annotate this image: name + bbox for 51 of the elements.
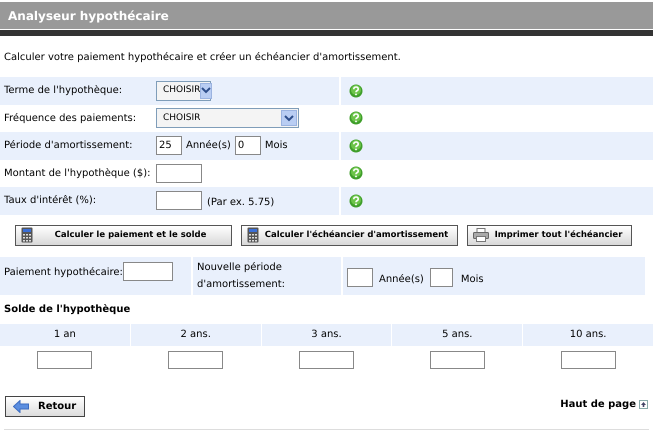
page-title: Analyseur hypothécaire bbox=[8, 8, 169, 24]
help-icon[interactable] bbox=[349, 166, 363, 180]
dropdown[interactable]: CHOISIR bbox=[156, 80, 211, 101]
chevron-icon bbox=[284, 114, 294, 122]
input-field[interactable] bbox=[156, 164, 202, 183]
printer-icon bbox=[473, 228, 489, 242]
dropdown[interactable]: CHOISIR bbox=[156, 108, 299, 128]
input-field[interactable]: 0 bbox=[234, 136, 261, 156]
help-icon[interactable] bbox=[349, 194, 363, 208]
action-button[interactable]: Imprimer tout l'échéancier bbox=[467, 224, 632, 246]
input-field[interactable] bbox=[347, 268, 373, 287]
unit-label: Année(s) bbox=[379, 273, 424, 287]
input-field[interactable] bbox=[560, 350, 616, 368]
input-field[interactable] bbox=[156, 191, 202, 210]
intro-text: Calculer votre paiement hypothécaire et créer un échéancier d'amortissement. bbox=[4, 51, 402, 65]
field-label: Fréquence des paiements: bbox=[3, 112, 138, 126]
column-header: 3 ans. bbox=[262, 324, 392, 346]
left-arrow-icon bbox=[13, 400, 29, 412]
column-header: 2 ans. bbox=[130, 324, 261, 346]
action-button[interactable]: Calculer le paiement et le solde bbox=[15, 224, 232, 246]
top-link[interactable]: Haut de page bbox=[560, 396, 648, 412]
field-label: Paiement hypothécaire: bbox=[4, 266, 123, 280]
input-field[interactable] bbox=[298, 350, 354, 368]
input-field[interactable]: 25 bbox=[156, 136, 182, 156]
action-button[interactable]: Calculer l'échéancier d'amortissement bbox=[241, 224, 458, 246]
chevron-icon bbox=[201, 87, 212, 94]
back-button[interactable]: Retour bbox=[5, 396, 85, 416]
unit-label: Mois bbox=[460, 273, 484, 287]
field-label: Période d'amortissement: bbox=[3, 139, 134, 154]
input-field[interactable] bbox=[430, 268, 453, 287]
help-icon[interactable] bbox=[349, 138, 363, 153]
unit-label: Mois bbox=[264, 139, 288, 154]
input-field[interactable] bbox=[168, 350, 224, 368]
column-header: 1 an bbox=[0, 324, 130, 346]
up-arrow-icon bbox=[639, 400, 648, 408]
input-field[interactable] bbox=[430, 350, 485, 368]
field-label: Montant de l'hypothèque ($): bbox=[3, 166, 152, 181]
help-icon[interactable] bbox=[349, 111, 363, 126]
calculator-icon bbox=[247, 227, 259, 243]
section-title: Solde de l'hypothèque bbox=[4, 302, 132, 316]
unit-label: Année(s) bbox=[186, 139, 231, 154]
column-header: 5 ans. bbox=[392, 324, 522, 346]
input-field[interactable] bbox=[37, 350, 92, 368]
field-label: Taux d'intérêt (%): bbox=[3, 194, 98, 208]
help-icon[interactable] bbox=[349, 84, 363, 98]
field-label: Terme de l'hypothèque: bbox=[3, 84, 124, 98]
calculator-icon bbox=[21, 227, 33, 243]
column-header: 10 ans. bbox=[523, 324, 653, 346]
field-label: Nouvelle période d'amortissement: bbox=[197, 260, 286, 292]
input-field[interactable] bbox=[123, 262, 173, 280]
hint-text: (Par ex. 5.75) bbox=[207, 196, 274, 210]
